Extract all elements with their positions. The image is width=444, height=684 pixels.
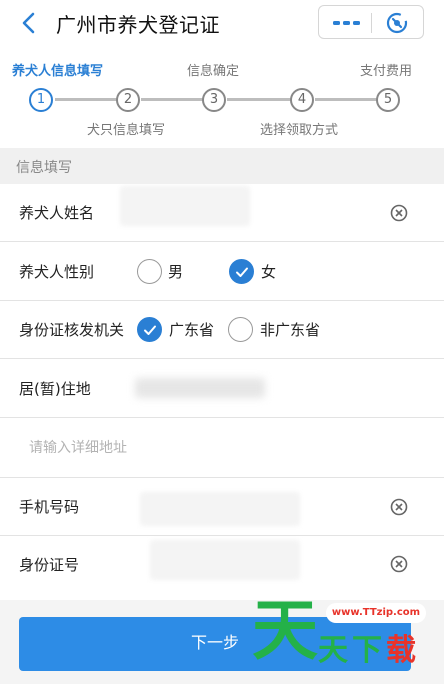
step-label-2: 犬只信息填写 xyxy=(87,123,166,138)
watermark-logo: 天 xyxy=(252,592,318,669)
page-title: 广州市养犬登记证 xyxy=(56,13,220,37)
residence-picker[interactable] xyxy=(135,378,265,398)
watermark-char: 天 xyxy=(318,633,348,668)
authority-option-other[interactable]: 非广东省 xyxy=(260,319,320,340)
id-authority-label: 身份证核发机关 xyxy=(19,321,125,339)
step-label-1: 养犬人信息填写 xyxy=(12,64,104,79)
residence-label: 居(暂)住地 xyxy=(19,380,91,398)
id-number-row: 身份证号 xyxy=(0,536,444,594)
section-header: 信息填写 xyxy=(0,148,444,184)
phone-input[interactable] xyxy=(140,492,300,526)
phone-row: 手机号码 xyxy=(0,478,444,536)
watermark-char: 下 xyxy=(352,633,382,668)
gender-option-female[interactable]: 女 xyxy=(261,261,276,282)
address-input[interactable]: 请输入详细地址 xyxy=(29,437,127,457)
clear-icon[interactable] xyxy=(390,204,408,222)
progress-steps: 养犬人信息填写 信息确定 支付费用 1 2 3 4 5 犬只信息填写 选择领取方… xyxy=(0,50,444,146)
step-connector xyxy=(141,98,203,101)
id-authority-row: 身份证核发机关 广东省 非广东省 xyxy=(0,301,444,359)
gender-radio-female[interactable] xyxy=(229,259,254,284)
step-label-3: 信息确定 xyxy=(187,64,240,79)
nav-header: 广州市养犬登记证 xyxy=(0,0,444,46)
address-row: 请输入详细地址 xyxy=(0,418,444,478)
id-number-label: 身份证号 xyxy=(19,556,80,574)
step-label-4: 选择领取方式 xyxy=(260,123,339,138)
step-circle-5: 5 xyxy=(376,88,400,112)
step-connector xyxy=(227,98,291,101)
gender-row: 养犬人性别 男 女 xyxy=(0,243,444,301)
owner-name-row: 养犬人姓名 xyxy=(0,184,444,242)
checkmark-icon xyxy=(144,325,156,335)
owner-name-input[interactable] xyxy=(120,186,250,226)
gender-option-male[interactable]: 男 xyxy=(168,261,183,282)
step-connector xyxy=(315,98,377,101)
step-circle-1: 1 xyxy=(29,88,53,112)
clear-icon[interactable] xyxy=(390,555,408,573)
phone-label: 手机号码 xyxy=(19,498,80,516)
step-circle-3: 3 xyxy=(202,88,226,112)
watermark-url: www.TTzip.com xyxy=(326,603,426,623)
id-number-input[interactable] xyxy=(150,540,300,580)
close-target-icon[interactable] xyxy=(379,10,415,36)
more-dots-icon[interactable] xyxy=(327,12,367,34)
authority-radio-guangdong[interactable] xyxy=(137,317,162,342)
back-arrow-icon[interactable] xyxy=(18,11,42,35)
clear-icon[interactable] xyxy=(390,498,408,516)
residence-row: 居(暂)住地 xyxy=(0,360,444,418)
watermark-char: 载 xyxy=(386,633,416,668)
capsule-divider xyxy=(371,13,372,33)
step-connector xyxy=(55,98,117,101)
gender-label: 养犬人性别 xyxy=(19,263,95,281)
gender-radio-male[interactable] xyxy=(137,259,162,284)
authority-radio-other[interactable] xyxy=(228,317,253,342)
step-label-5: 支付费用 xyxy=(360,64,413,79)
authority-option-guangdong[interactable]: 广东省 xyxy=(169,319,214,340)
checkmark-icon xyxy=(236,267,248,277)
owner-name-label: 养犬人姓名 xyxy=(19,204,95,222)
mini-program-capsule xyxy=(318,5,424,39)
step-circle-4: 4 xyxy=(290,88,314,112)
section-title: 信息填写 xyxy=(16,160,72,176)
step-circle-2: 2 xyxy=(116,88,140,112)
